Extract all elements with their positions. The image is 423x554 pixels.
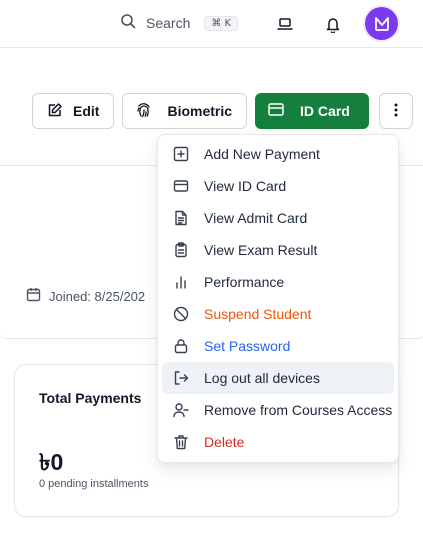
top-bar: Search ⌘ K xyxy=(0,0,423,48)
menu-item-label: View ID Card xyxy=(204,178,287,194)
menu-item-suspend-student[interactable]: Suspend Student xyxy=(162,298,394,330)
id-card-icon xyxy=(268,103,284,119)
menu-item-delete[interactable]: Delete xyxy=(162,426,394,458)
id-card-button[interactable]: ID Card xyxy=(255,93,369,129)
edit-button[interactable]: Edit xyxy=(32,93,115,129)
menu-item-view-exam-result[interactable]: View Exam Result xyxy=(162,234,394,266)
joined-text: Joined: 8/25/202 xyxy=(49,288,146,304)
more-options-menu: Add New Payment View ID Card View Admit … xyxy=(157,134,399,463)
bar-chart-icon xyxy=(176,276,186,289)
more-vertical-icon xyxy=(394,103,398,120)
menu-item-view-id-card[interactable]: View ID Card xyxy=(162,170,394,202)
plus-square-icon xyxy=(173,146,189,162)
ban-icon xyxy=(173,306,189,322)
pending-installments: 0 pending installments xyxy=(39,478,149,490)
menu-item-label: Suspend Student xyxy=(204,306,312,322)
user-minus-icon xyxy=(173,403,189,418)
logout-icon xyxy=(174,371,189,385)
id-card-label: ID Card xyxy=(300,103,350,119)
card-icon xyxy=(173,180,189,192)
search-icon xyxy=(120,13,136,34)
calendar-icon xyxy=(26,287,41,305)
fingerprint-icon xyxy=(135,101,153,122)
laptop-icon[interactable] xyxy=(273,12,297,36)
menu-item-label: Delete xyxy=(204,434,245,450)
menu-item-set-password[interactable]: Set Password xyxy=(162,330,394,362)
search-shortcut: ⌘ K xyxy=(204,15,239,31)
menu-item-remove-from-courses-access[interactable]: Remove from Courses Access xyxy=(162,394,394,426)
lock-icon xyxy=(174,339,188,354)
menu-item-label: Log out all devices xyxy=(204,370,320,386)
menu-item-label: Add New Payment xyxy=(204,146,320,162)
menu-item-performance[interactable]: Performance xyxy=(162,266,394,298)
edit-label: Edit xyxy=(73,103,100,119)
menu-item-label: Remove from Courses Access xyxy=(204,402,393,418)
joined-date: Joined: 8/25/202 xyxy=(26,287,145,305)
search-label: Search xyxy=(146,15,191,31)
clipboard-icon xyxy=(175,242,187,258)
total-payments-title: Total Payments xyxy=(39,390,142,406)
menu-item-add-new-payment[interactable]: Add New Payment xyxy=(162,138,394,170)
biometric-label: Biometric xyxy=(167,103,233,119)
avatar[interactable] xyxy=(365,7,398,40)
menu-item-label: Set Password xyxy=(204,338,291,354)
menu-item-log-out-all-devices[interactable]: Log out all devices xyxy=(162,362,394,394)
search-button[interactable]: Search ⌘ K xyxy=(120,11,239,35)
menu-item-view-admit-card[interactable]: View Admit Card xyxy=(162,202,394,234)
more-options-button[interactable] xyxy=(378,93,413,129)
bell-icon[interactable] xyxy=(321,12,345,36)
menu-item-label: View Admit Card xyxy=(204,210,308,226)
edit-icon xyxy=(47,102,63,121)
trash-icon xyxy=(174,435,188,450)
biometric-button[interactable]: Biometric xyxy=(122,93,248,129)
action-toolbar: Edit Biometric ID Card xyxy=(32,93,413,129)
menu-item-label: Performance xyxy=(204,274,285,290)
menu-item-label: View Exam Result xyxy=(204,242,318,258)
document-icon xyxy=(175,210,187,226)
